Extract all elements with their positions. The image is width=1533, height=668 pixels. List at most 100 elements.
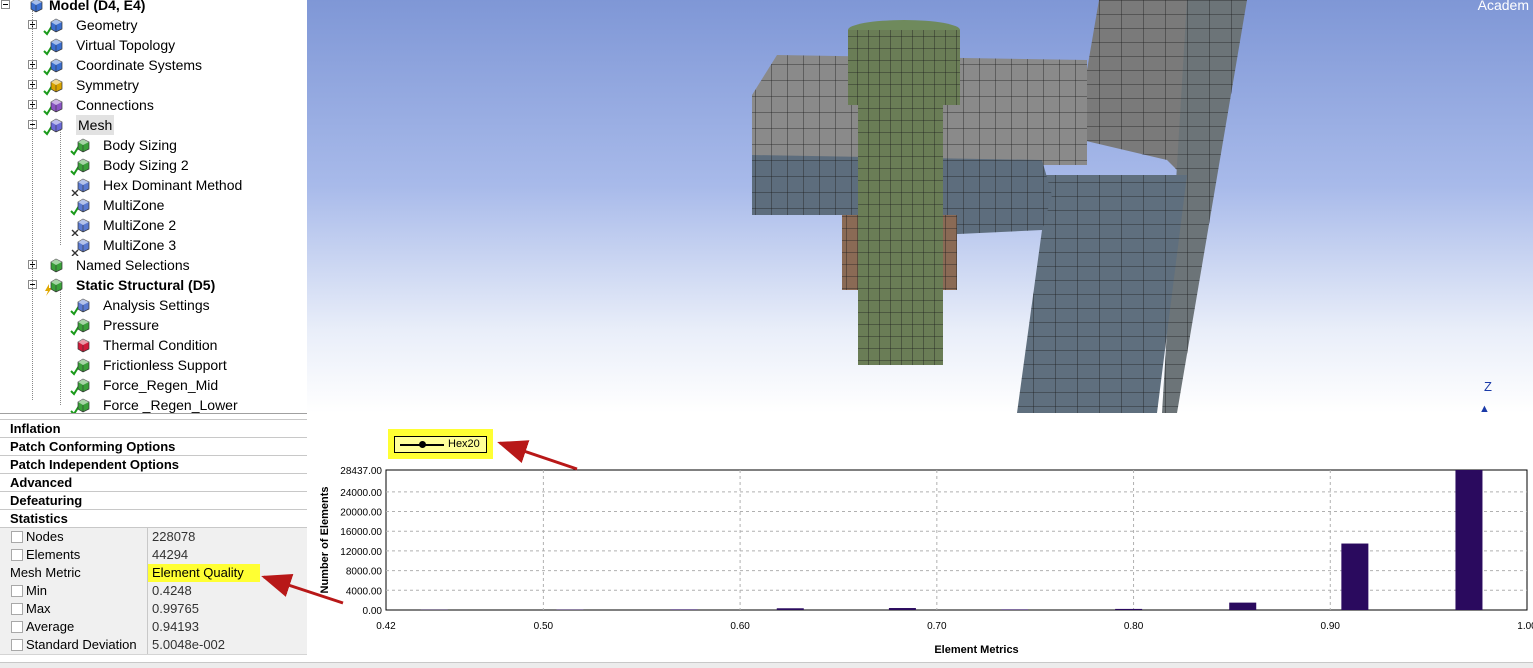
tree-item-coordinate-systems[interactable]: Coordinate Systems [0,55,307,75]
stat-row-nodes[interactable]: Nodes228078 [0,528,307,547]
stat-value-cell[interactable]: Element Quality [147,564,307,582]
connections-icon [48,97,64,113]
stat-value: 0.94193 [147,618,307,636]
tree-item-thermal-condition[interactable]: Thermal Condition [0,335,307,355]
mesh-metrics-chart-panel: 0.004000.008000.0012000.0016000.0020000.… [307,413,1533,667]
y-axis-label: Number of Elements [319,487,331,594]
tree-item-label: Connections [76,95,154,115]
tree-item-connections[interactable]: Connections [0,95,307,115]
y-tick-label: 20000.00 [340,508,382,519]
tree-item-label: MultiZone 2 [103,215,176,235]
pressure-icon [75,317,91,333]
named-selections-icon [48,257,64,273]
category-row-clipped[interactable] [0,413,307,420]
x-tick-label: 0.42 [376,621,396,632]
tree-item-virtual-topology[interactable]: Virtual Topology [0,35,307,55]
category-inflation[interactable]: Inflation [0,420,307,438]
watermark-text: Academ [1478,0,1529,13]
stat-value: 0.99765 [147,600,307,618]
method-icon [75,237,91,253]
y-tick-label: 16000.00 [340,527,382,538]
parameter-checkbox[interactable] [11,585,23,597]
project-tree: Model (D4, E4)GeometryVirtual TopologyCo… [0,0,307,413]
stat-row-max[interactable]: Max0.99765 [0,600,307,619]
tree-item-label: Frictionless Support [103,355,227,375]
stat-value: 5.0048e-002 [147,636,307,654]
y-tick-label: 0.00 [363,606,383,617]
tree-item-body-sizing[interactable]: Body Sizing [0,135,307,155]
x-tick-label: 0.50 [534,621,554,632]
category-patch-independent-options[interactable]: Patch Independent Options [0,456,307,474]
virtual-topology-icon [48,37,64,53]
stat-name: Elements [26,546,163,564]
tree-item-model-d4-e4[interactable]: Model (D4, E4) [0,0,307,15]
tree-item-multizone-2[interactable]: MultiZone 2 [0,215,307,235]
tree-item-named-selections[interactable]: Named Selections [0,255,307,275]
legend-marker-icon [419,441,426,448]
category-patch-conforming-options[interactable]: Patch Conforming Options [0,438,307,456]
graphics-viewport[interactable]: Academ Z ▲ [307,0,1533,413]
stat-name: Average [26,618,163,636]
parameter-checkbox[interactable] [11,639,23,651]
tree-item-multizone-3[interactable]: MultiZone 3 [0,235,307,255]
bar [1341,544,1368,610]
stat-value: 0.4248 [147,582,307,600]
tree-item-label: Force_Regen_Mid [103,375,218,395]
tree-item-force-regen-mid[interactable]: Force_Regen_Mid [0,375,307,395]
tree-item-label: Named Selections [76,255,190,275]
force-icon [75,377,91,393]
legend-hex20[interactable]: Hex20 [394,436,487,453]
tree-connector [32,10,33,400]
stat-name: Min [26,582,163,600]
legend-highlight: Hex20 [388,429,493,459]
parameter-checkbox[interactable] [11,549,23,561]
tree-item-label: Coordinate Systems [76,55,202,75]
axis-z-label: Z [1484,379,1492,394]
collapse-icon[interactable] [1,0,10,9]
tree-item-hex-dominant-method[interactable]: Hex Dominant Method [0,175,307,195]
coordinate-systems-icon [48,57,64,73]
tree-item-analysis-settings[interactable]: Analysis Settings [0,295,307,315]
tree-item-body-sizing-2[interactable]: Body Sizing 2 [0,155,307,175]
tree-item-multizone[interactable]: MultiZone [0,195,307,215]
x-tick-label: 1.00 [1517,621,1533,632]
bar [1115,609,1142,610]
tree-connector [60,290,61,405]
y-tick-label: 8000.00 [346,567,383,578]
stat-row-average[interactable]: Average0.94193 [0,618,307,637]
tree-item-mesh[interactable]: Mesh [0,115,307,135]
tree-item-symmetry[interactable]: Symmetry [0,75,307,95]
stat-row-mesh-metric[interactable]: Mesh MetricElement Quality [0,564,307,583]
tree-item-geometry[interactable]: Geometry [0,15,307,35]
category-statistics[interactable]: Statistics [0,510,307,528]
x-tick-label: 0.70 [927,621,947,632]
bar [1455,470,1482,610]
stat-row-elements[interactable]: Elements44294 [0,546,307,565]
stat-name: Standard Deviation [26,636,163,654]
parameter-checkbox[interactable] [11,621,23,633]
tree-item-label: Virtual Topology [76,35,175,55]
static-structural-icon [48,277,64,293]
category-advanced[interactable]: Advanced [0,474,307,492]
geometry-icon [48,17,64,33]
tree-item-pressure[interactable]: Pressure [0,315,307,335]
x-tick-label: 0.90 [1321,621,1341,632]
symmetry-icon [48,77,64,93]
category-defeaturing[interactable]: Defeaturing [0,492,307,510]
legend-label: Hex20 [448,437,480,452]
stat-value: 44294 [147,546,307,564]
x-tick-label: 0.80 [1124,621,1144,632]
tree-item-static-structural-d5[interactable]: Static Structural (D5) [0,275,307,295]
stat-value: 228078 [147,528,307,546]
tree-item-force-regen-lower[interactable]: Force _Regen_Lower [0,395,307,413]
force-icon [75,397,91,413]
tree-item-frictionless-support[interactable]: Frictionless Support [0,355,307,375]
parameter-checkbox[interactable] [11,531,23,543]
tree-item-label: Force _Regen_Lower [103,395,238,413]
stat-row-min[interactable]: Min0.4248 [0,582,307,601]
frictionless-support-icon [75,357,91,373]
parameter-checkbox[interactable] [11,603,23,615]
tree-item-label: Symmetry [76,75,139,95]
stat-row-standard-deviation[interactable]: Standard Deviation5.0048e-002 [0,636,307,655]
tree-item-label: Analysis Settings [103,295,210,315]
